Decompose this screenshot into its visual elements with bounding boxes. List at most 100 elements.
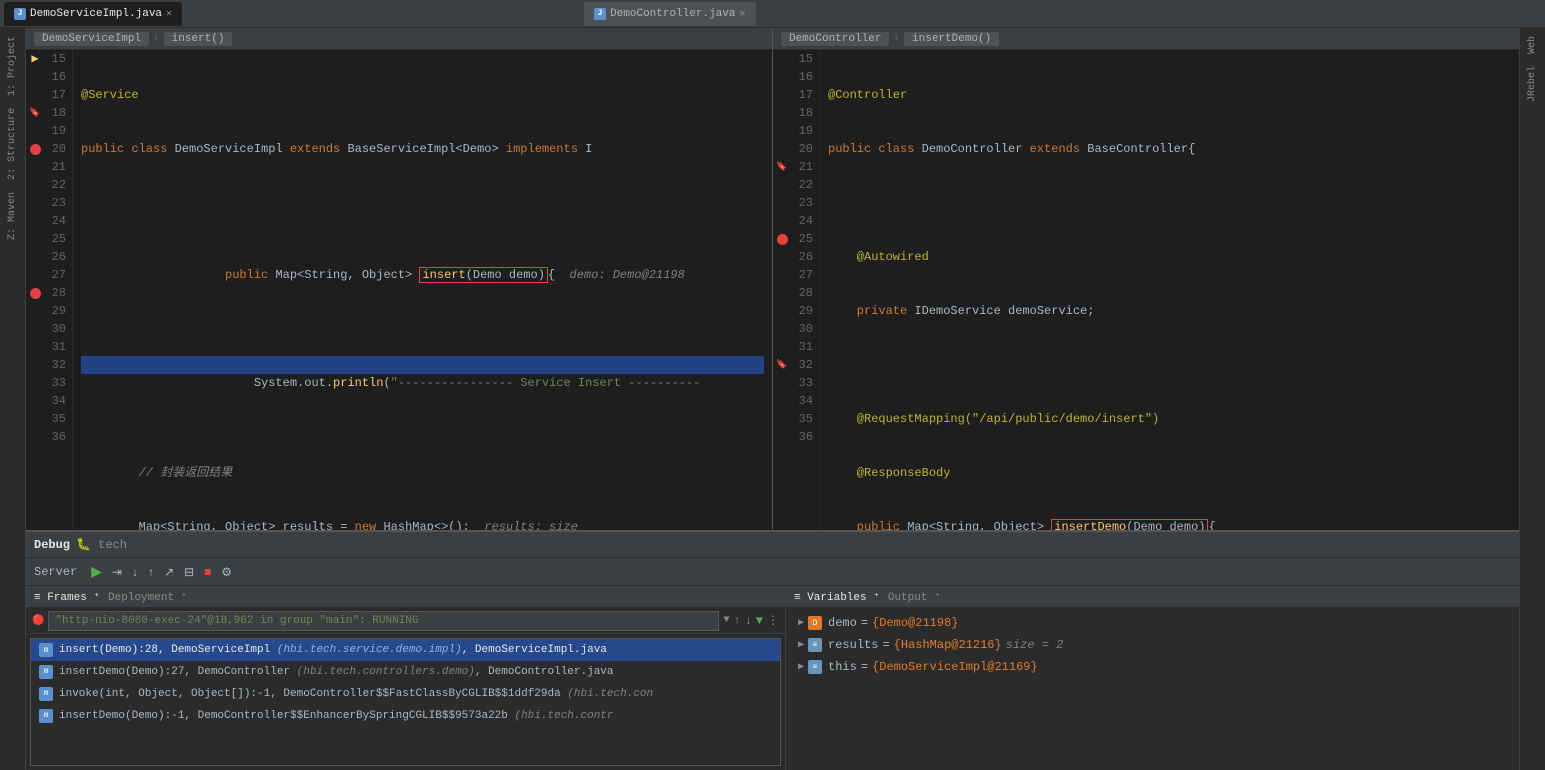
tab-demo-service-impl[interactable]: J DemoServiceImpl.java ✕ <box>4 2 182 26</box>
step-out-btn[interactable]: ↑ <box>144 563 158 581</box>
var-value-demo: {Demo@21198} <box>872 616 958 630</box>
project-icon[interactable]: 1: Project <box>3 32 22 100</box>
rcode-line-23: public Map<String, Object> insertDemo(De… <box>828 518 1511 530</box>
breadcrumb-class[interactable]: DemoServiceImpl <box>34 32 149 46</box>
java-icon-2: J <box>594 8 606 20</box>
evaluate-btn[interactable]: ⊟ <box>180 563 198 581</box>
left-sidebar: 1: Project 2: Structure Z: Maven <box>0 28 26 770</box>
bookmark-icon-r21: 🔖 <box>776 158 787 176</box>
frame-item-3[interactable]: m invoke(int, Object, Object[]):-1, Demo… <box>31 683 780 705</box>
rcode-line-22: @ResponseBody <box>828 464 1511 482</box>
debug-arrow-icon: ▶ <box>31 50 38 68</box>
right-editor: DemoController › insertDemo() 15 16 17 1… <box>773 28 1519 530</box>
rcode-line-19: private IDemoService demoService; <box>828 302 1511 320</box>
rcode-line-15: @Controller <box>828 86 1511 104</box>
var-item-results[interactable]: ▶ ≡ results = {HashMap@21216} size = 2 <box>786 634 1519 656</box>
code-line-17 <box>81 194 764 212</box>
right-breadcrumb-class[interactable]: DemoController <box>781 32 889 46</box>
var-item-this[interactable]: ▶ ≡ this = {DemoServiceImpl@21169} <box>786 656 1519 678</box>
thread-icon: 🔴 <box>32 615 44 627</box>
jrebel-icon[interactable]: JRebel <box>1523 62 1542 106</box>
deployment-tab[interactable]: Deployment ⁺ <box>108 590 187 604</box>
debug-top-bar: Debug 🐛 tech <box>26 532 1519 558</box>
bookmark-icon-18: 🔖 <box>29 104 40 122</box>
gutter-15: ▶ <box>26 50 44 68</box>
output-tab[interactable]: Output ⁺ <box>888 590 941 604</box>
code-line-23: Map<String, Object> results = new HashMa… <box>81 518 764 530</box>
frame-2-text: insertDemo(Demo):27, DemoController (hbi… <box>59 666 614 678</box>
variables-tab[interactable]: ≡ Variables ⁺ <box>794 590 880 604</box>
code-line-18: public Map<String, Object> insert(Demo d… <box>81 248 764 266</box>
right-sidebar: Web JRebel <box>1519 28 1545 770</box>
rcode-line-20 <box>828 356 1511 374</box>
debug-toolbar: Server ▶ ⇥ ↓ ↑ ↗ ⊟ ⏹ ⚙ <box>26 558 1519 586</box>
left-editor: DemoServiceImpl › insert() ▶ <box>26 28 773 530</box>
frame-item-1[interactable]: m insert(Demo):28, DemoServiceImpl (hbi.… <box>31 639 780 661</box>
breakpoint-icon-28 <box>30 288 41 299</box>
tab-close-icon-2[interactable]: ✕ <box>739 8 745 20</box>
rcode-line-18: @Autowired <box>828 248 1511 266</box>
frames-panel: ≡ Frames ⁺ Deployment ⁺ 🔴 "http-nio-8080… <box>26 586 786 770</box>
right-code-area[interactable]: 15 16 17 18 19 20 🔖 21 <box>773 50 1519 530</box>
right-code-lines: @Controller public class DemoController … <box>820 50 1519 530</box>
breadcrumb-method[interactable]: insert() <box>164 32 233 46</box>
var-value-this: {DemoServiceImpl@21169} <box>872 660 1038 674</box>
resume-btn[interactable]: ▶ <box>87 561 106 582</box>
tab-close-icon[interactable]: ✕ <box>166 8 172 20</box>
bookmark-icon-r32: 🔖 <box>776 356 787 374</box>
frame-1-text: insert(Demo):28, DemoServiceImpl (hbi.te… <box>59 644 607 656</box>
web-icon[interactable]: Web <box>1523 32 1542 58</box>
dropdown-arrow[interactable]: ▼ <box>723 615 729 626</box>
frame-3-text: invoke(int, Object, Object[]):-1, DemoCo… <box>59 688 653 700</box>
breakpoint-icon-r25 <box>777 234 788 245</box>
more-btn[interactable]: ⋮ <box>767 613 779 628</box>
var-name-this: this <box>828 660 857 674</box>
run-cursor-btn[interactable]: ↗ <box>160 563 178 581</box>
var-item-demo[interactable]: ▶ D demo = {Demo@21198} <box>786 612 1519 634</box>
maven-icon[interactable]: Z: Maven <box>3 188 22 244</box>
right-breadcrumb-method[interactable]: insertDemo() <box>904 32 999 46</box>
scroll-up-btn[interactable]: ↑ <box>733 614 740 628</box>
frames-panel-header: ≡ Frames ⁺ Deployment ⁺ <box>26 586 785 608</box>
breakpoint-icon-20 <box>30 144 41 155</box>
frame-item-2[interactable]: m insertDemo(Demo):27, DemoController (h… <box>31 661 780 683</box>
code-line-20: System.out.println("---------------- Ser… <box>81 356 764 374</box>
java-icon: J <box>14 8 26 20</box>
variables-list: ▶ D demo = {Demo@21198} ▶ ≡ results <box>786 608 1519 770</box>
tab-demo-controller[interactable]: J DemoController.java ✕ <box>584 2 755 26</box>
var-value-results: {HashMap@21216} <box>894 638 1002 652</box>
scroll-down-btn[interactable]: ↓ <box>745 614 752 628</box>
left-code-area[interactable]: ▶ 15 16 17 🔖 <box>26 50 772 530</box>
frame-4-text: insertDemo(Demo):-1, DemoController$$Enh… <box>59 710 614 722</box>
left-breadcrumb: DemoServiceImpl › insert() <box>26 28 772 50</box>
frames-tab[interactable]: ≡ Frames ⁺ <box>34 590 100 604</box>
step-into-btn[interactable]: ↓ <box>128 563 142 581</box>
variables-panel-header: ≡ Variables ⁺ Output ⁺ <box>786 586 1519 608</box>
expand-icon-this[interactable]: ▶ <box>798 661 804 673</box>
variables-panel: ≡ Variables ⁺ Output ⁺ ▶ D demo = {De <box>786 586 1519 770</box>
code-line-15: @Service <box>81 86 764 104</box>
code-line-19 <box>81 302 764 320</box>
debug-panel: Debug 🐛 tech Server ▶ ⇥ ↓ ↑ ↗ ⊟ ⏹ ⚙ <box>26 530 1519 770</box>
rcode-line-16: public class DemoController extends Base… <box>828 140 1511 158</box>
thread-selector[interactable]: 🔴 "http-nio-8080-exec-24"@18,962 in grou… <box>26 608 785 634</box>
code-line-22: // 封装返回结果 <box>81 464 764 482</box>
rcode-line-17 <box>828 194 1511 212</box>
var-name-results: results <box>828 638 878 652</box>
code-line-16: public class DemoServiceImpl extends Bas… <box>81 140 764 158</box>
expand-icon-demo[interactable]: ▶ <box>798 617 804 629</box>
frame-item-4[interactable]: m insertDemo(Demo):-1, DemoController$$E… <box>31 705 780 727</box>
step-over-btn[interactable]: ⇥ <box>108 563 126 581</box>
structure-icon[interactable]: 2: Structure <box>3 104 22 184</box>
filter-btn[interactable]: ▼ <box>756 614 763 628</box>
stop-btn[interactable]: ⏹ <box>200 561 215 582</box>
expand-icon-results[interactable]: ▶ <box>798 639 804 651</box>
left-code-lines: @Service public class DemoServiceImpl ex… <box>73 50 772 530</box>
settings-btn[interactable]: ⚙ <box>217 563 236 581</box>
var-name-demo: demo <box>828 616 857 630</box>
debug-tab-2[interactable]: 🐛 tech <box>76 537 127 552</box>
server-label: Server <box>34 565 77 579</box>
debug-content: ≡ Frames ⁺ Deployment ⁺ 🔴 "http-nio-8080… <box>26 586 1519 770</box>
right-breadcrumb: DemoController › insertDemo() <box>773 28 1519 50</box>
debug-tab[interactable]: Debug <box>34 538 70 552</box>
